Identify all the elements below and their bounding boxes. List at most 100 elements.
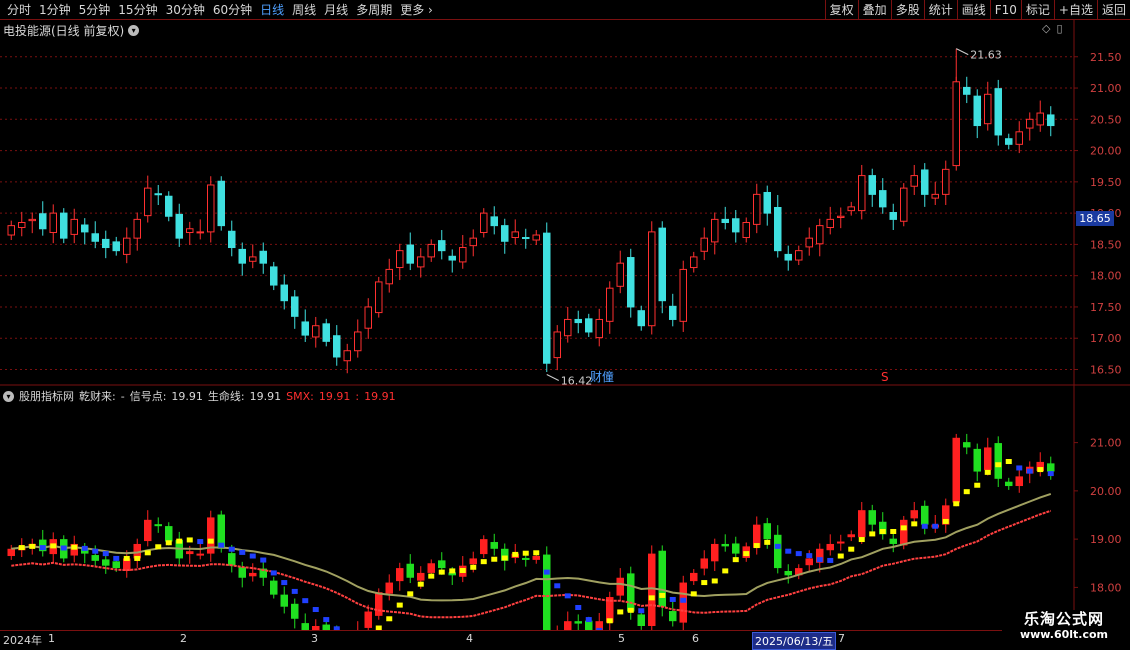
back-button[interactable]: 返回 [1096,0,1130,20]
candle-body [49,212,57,234]
life-value: 19.91 [249,389,282,403]
candle-body [154,193,162,196]
y-axis-label: 19.00 [1090,533,1122,546]
y-axis-label: 18.50 [1090,238,1122,251]
candle-body [879,190,887,208]
overlay-button[interactable]: 叠加 [857,0,891,20]
signal-point [176,538,183,544]
y-axis-label: 21.00 [1090,82,1122,95]
y-axis-label: 18.00 [1090,581,1122,594]
candle-body [564,318,572,337]
tab-fenshi[interactable]: 分时 [3,2,35,18]
diamond-icon[interactable]: ◇ [1042,22,1050,35]
candle-body [774,206,782,252]
panel-icons: ◇ ▯ [1042,22,1063,35]
signal-point [648,595,655,601]
indicator-chart[interactable]: 21.00 20.00 19.00 18.00 [0,386,1130,630]
multi-stock-button[interactable]: 多股 [890,0,924,20]
f10-button[interactable]: F10 [989,0,1021,20]
candle-body [511,231,519,239]
signal-point [837,553,844,559]
smx-value-1: 19.91 [318,389,351,403]
signal-point [879,528,886,534]
date-month-6: 6 [692,632,699,645]
tab-15min[interactable]: 15分钟 [114,2,161,18]
watermark-url: www.60lt.com [1019,628,1109,641]
candle-body [343,350,351,362]
ind-candle-body [364,611,372,628]
signal-point [449,568,456,574]
signal-point [270,570,277,576]
ind-candle-body [711,543,719,562]
tab-monthly[interactable]: 月线 [320,2,352,18]
window-icon[interactable]: ▯ [1056,22,1062,35]
tab-5min[interactable]: 5分钟 [75,2,115,18]
signal-point [260,557,267,563]
signal-point [932,523,939,529]
candle-body [207,184,215,233]
candle-body [396,250,404,269]
signal-point [29,543,36,549]
candle-body [963,86,971,95]
ind-candle-body [1047,463,1055,472]
date-year: 2024年 [3,634,42,647]
tab-60min[interactable]: 60分钟 [209,2,256,18]
signal-point [774,543,781,549]
ind-candle-body [921,505,929,525]
tab-weekly[interactable]: 周线 [288,2,320,18]
candle-body [91,233,99,242]
candle-body [501,225,509,242]
y-axis-label: 21.00 [1090,437,1122,450]
signal-point [984,469,991,475]
ind-candle-body [490,542,498,549]
ind-candle-body [438,560,446,569]
signal-point [627,607,634,613]
selected-date[interactable]: 2025/06/13/五 [752,632,837,650]
tab-1min[interactable]: 1分钟 [35,2,75,18]
life-label: 生命线: [207,390,245,403]
statistics-button[interactable]: 统计 [923,0,957,20]
chevron-down-icon[interactable]: ▾ [3,390,14,402]
signal-point [753,543,760,549]
candle-body [259,250,267,264]
candle-body [18,222,26,229]
event-s-marker: S [881,370,889,384]
signal-point [407,591,414,597]
candle-body [417,256,425,268]
mark-button[interactable]: 标记 [1020,0,1054,20]
y-axis-label: 17.00 [1090,332,1122,345]
life-line [11,492,1052,602]
tab-daily[interactable]: 日线 [256,2,288,18]
smx-value-2: 19.91 [364,389,396,403]
chevron-down-icon[interactable]: ▾ [128,25,140,36]
signal-point [669,596,676,602]
draw-line-button[interactable]: 画线 [956,0,990,20]
signal-point [281,580,288,586]
signal-point [60,545,67,551]
signal-point [858,537,865,543]
signal-point [1016,465,1023,471]
signal-point [617,609,624,615]
fuquan-button[interactable]: 复权 [824,0,858,20]
add-watchlist-button[interactable]: +自选 [1053,0,1097,20]
tab-multi-period[interactable]: 多周期 [352,2,396,18]
smx-label: SMX: [286,389,314,403]
ind-candle-body [1015,476,1023,487]
y-axis-label: 19.50 [1090,176,1122,189]
tab-more[interactable]: 更多 › [396,2,437,18]
date-month-4: 4 [466,632,473,645]
y-axis-label: 16.50 [1090,363,1122,376]
signal-point [81,545,88,551]
qiancai-label: 乾财来: [79,390,116,403]
signal-point [428,573,435,579]
ind-candle-body [406,563,414,578]
ind-candle-body [543,554,551,630]
candle-body [742,222,750,239]
signal-point [144,550,151,556]
indicator-name[interactable]: 股朋指标网 [19,388,74,404]
price-chart[interactable]: 21.5021.0020.5020.0019.5019.0018.5018.00… [0,20,1130,386]
high-marker-label: 21.63 [970,49,1002,62]
tab-30min[interactable]: 30分钟 [162,2,209,18]
y-axis-label: 17.50 [1090,301,1122,314]
candle-body [648,231,656,327]
